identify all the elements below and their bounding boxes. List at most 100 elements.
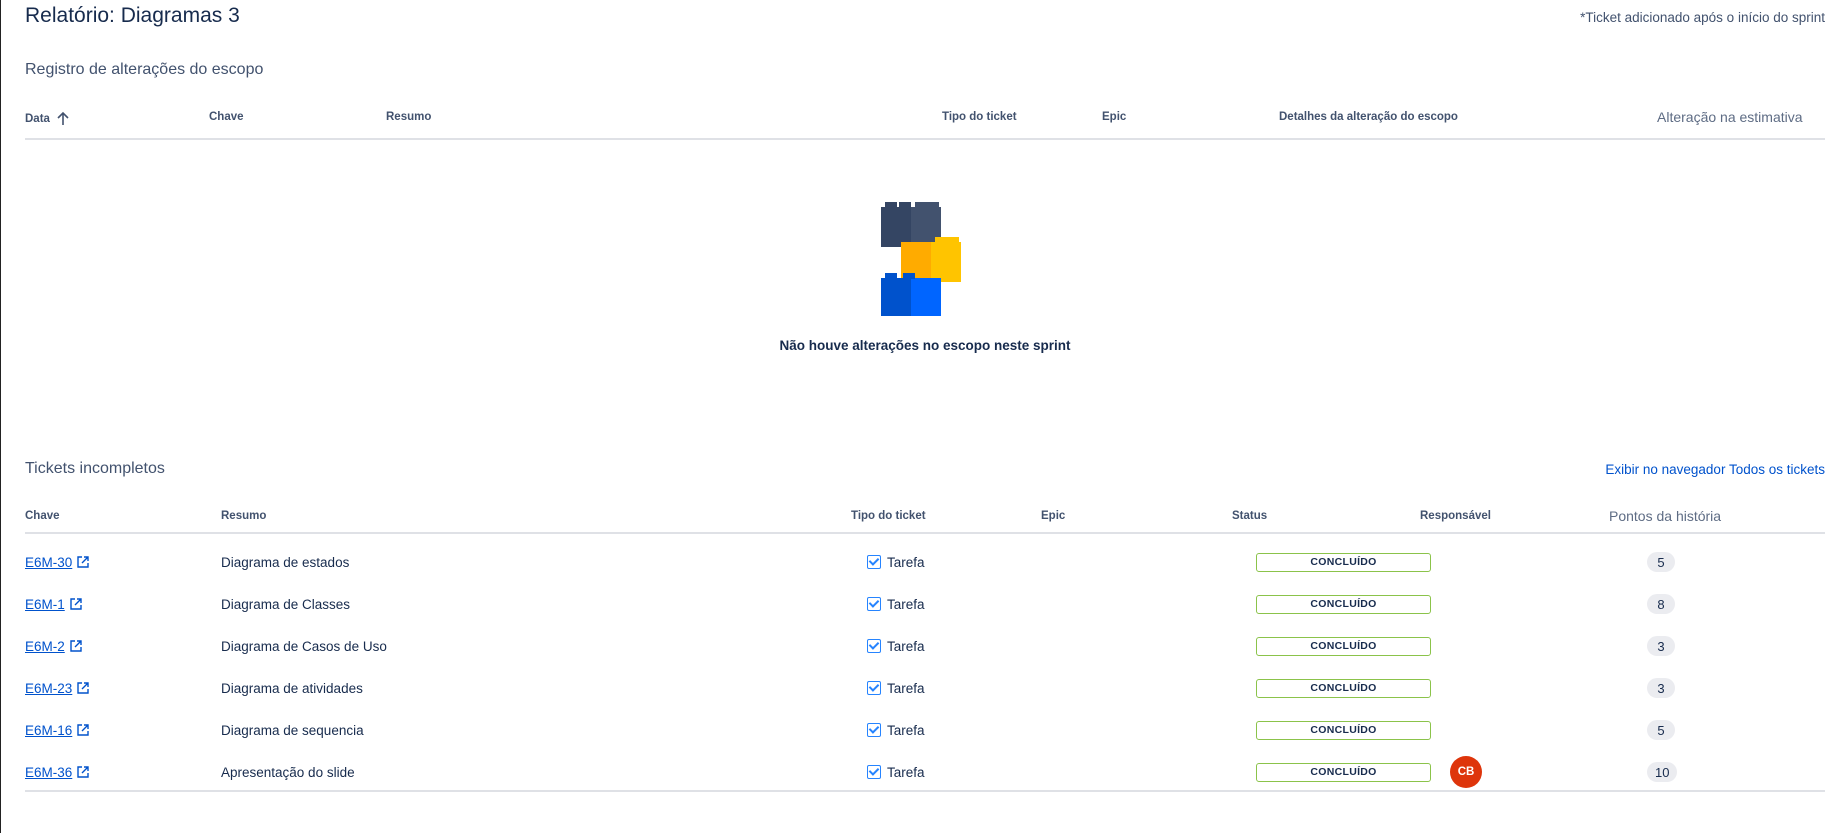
column-header-data[interactable]: Data — [25, 111, 70, 126]
scope-changes-title: Registro de alterações do escopo — [25, 61, 264, 78]
ticket-summary: Diagrama de Casos de Uso — [221, 638, 387, 654]
table-row: E6M-23 Diagrama de atividades Tarefa CON… — [25, 668, 1825, 708]
story-points-badge: 3 — [1647, 636, 1675, 656]
status-badge: CONCLUÍDO — [1256, 720, 1431, 740]
ticket-status: CONCLUÍDO — [1256, 584, 1431, 624]
column-header-chave[interactable]: Chave — [209, 111, 244, 123]
column-header-alteracao[interactable]: Alteração na estimativa — [1657, 109, 1803, 125]
arrow-up-icon — [57, 111, 69, 125]
ticket-type: Tarefa — [867, 668, 925, 708]
window-border — [0, 0, 1, 833]
external-link-icon[interactable] — [76, 723, 90, 737]
ticket-type: Tarefa — [867, 626, 925, 666]
ticket-key-cell: E6M-1 — [25, 584, 83, 624]
status-badge: CONCLUÍDO — [1256, 594, 1431, 614]
ticket-status: CONCLUÍDO — [1256, 668, 1431, 708]
empty-state: Não houve alterações no escopo neste spr… — [25, 200, 1825, 353]
column-header-detalhes[interactable]: Detalhes da alteração do escopo — [1279, 111, 1458, 123]
ticket-type-label: Tarefa — [887, 596, 925, 612]
story-points-badge: 8 — [1647, 594, 1675, 614]
ticket-status: CONCLUÍDO — [1256, 710, 1431, 750]
task-checkbox-icon — [867, 639, 881, 653]
table-row: E6M-30 Diagrama de estados Tarefa CONCLU… — [25, 542, 1825, 582]
ticket-type-label: Tarefa — [887, 680, 925, 696]
task-checkbox-icon — [867, 723, 881, 737]
ticket-status: CONCLUÍDO — [1256, 626, 1431, 666]
task-checkbox-icon — [867, 681, 881, 695]
status-badge: CONCLUÍDO — [1256, 636, 1431, 656]
ticket-points: 3 — [1647, 668, 1675, 708]
lego-bricks-illustration — [881, 200, 961, 316]
task-checkbox-icon — [867, 597, 881, 611]
empty-state-message: Não houve alterações no escopo neste spr… — [779, 338, 1071, 353]
ticket-key-link[interactable]: E6M-16 — [25, 723, 72, 738]
column-header-responsavel[interactable]: Responsável — [1420, 510, 1491, 522]
ticket-points: 5 — [1647, 710, 1675, 750]
status-badge: CONCLUÍDO — [1256, 678, 1431, 698]
ticket-type: Tarefa — [867, 752, 925, 792]
external-link-icon[interactable] — [69, 597, 83, 611]
table-divider — [25, 532, 1825, 534]
ticket-assignee: CB — [1450, 752, 1482, 792]
task-checkbox-icon — [867, 555, 881, 569]
external-link-icon[interactable] — [76, 765, 90, 779]
view-all-tickets-link[interactable]: Exibir no navegador Todos os tickets — [1605, 462, 1825, 477]
status-badge: CONCLUÍDO — [1256, 552, 1431, 572]
ticket-status: CONCLUÍDO — [1256, 542, 1431, 582]
ticket-key-cell: E6M-16 — [25, 710, 90, 750]
ticket-type-label: Tarefa — [887, 722, 925, 738]
column-header-chave[interactable]: Chave — [25, 510, 60, 522]
ticket-key-link[interactable]: E6M-2 — [25, 639, 65, 654]
story-points-badge: 3 — [1647, 678, 1675, 698]
ticket-type: Tarefa — [867, 584, 925, 624]
sprint-note: *Ticket adicionado após o início do spri… — [1580, 10, 1825, 25]
ticket-key-link[interactable]: E6M-23 — [25, 681, 72, 696]
ticket-status: CONCLUÍDO — [1256, 752, 1431, 792]
table-divider — [25, 138, 1825, 140]
column-header-resumo[interactable]: Resumo — [221, 510, 266, 522]
external-link-icon[interactable] — [69, 639, 83, 653]
ticket-type-label: Tarefa — [887, 764, 925, 780]
ticket-summary: Diagrama de sequencia — [221, 722, 364, 738]
story-points-badge: 10 — [1647, 762, 1678, 782]
page-title: Relatório: Diagramas 3 — [25, 4, 240, 27]
external-link-icon[interactable] — [76, 681, 90, 695]
ticket-key-link[interactable]: E6M-30 — [25, 555, 72, 570]
ticket-key-link[interactable]: E6M-1 — [25, 597, 65, 612]
ticket-summary: Diagrama de Classes — [221, 596, 351, 612]
ticket-type-label: Tarefa — [887, 554, 925, 570]
ticket-points: 5 — [1647, 542, 1675, 582]
task-checkbox-icon — [867, 765, 881, 779]
column-header-status[interactable]: Status — [1232, 510, 1267, 522]
ticket-type: Tarefa — [867, 710, 925, 750]
ticket-type-label: Tarefa — [887, 638, 925, 654]
column-header-tipo[interactable]: Tipo do ticket — [851, 510, 926, 522]
column-header-label: Data — [25, 112, 50, 125]
ticket-points: 3 — [1647, 626, 1675, 666]
ticket-type: Tarefa — [867, 542, 925, 582]
ticket-summary: Apresentação do slide — [221, 764, 355, 780]
ticket-summary: Diagrama de estados — [221, 554, 350, 570]
ticket-points: 10 — [1647, 752, 1678, 792]
column-header-pontos[interactable]: Pontos da história — [1609, 508, 1721, 524]
table-row: E6M-1 Diagrama de Classes Tarefa CONCLUÍ… — [25, 584, 1825, 624]
ticket-points: 8 — [1647, 584, 1675, 624]
ticket-key-cell: E6M-30 — [25, 542, 90, 582]
story-points-badge: 5 — [1647, 720, 1675, 740]
ticket-key-cell: E6M-2 — [25, 626, 83, 666]
table-row: E6M-36 Apresentação do slide Tarefa CONC… — [25, 752, 1825, 792]
status-badge: CONCLUÍDO — [1256, 762, 1431, 782]
column-header-resumo[interactable]: Resumo — [386, 111, 431, 123]
column-header-tipo[interactable]: Tipo do ticket — [942, 111, 1017, 123]
table-row: E6M-16 Diagrama de sequencia Tarefa CONC… — [25, 710, 1825, 750]
story-points-badge: 5 — [1647, 552, 1675, 572]
ticket-key-cell: E6M-23 — [25, 668, 90, 708]
ticket-key-link[interactable]: E6M-36 — [25, 765, 72, 780]
column-header-epic[interactable]: Epic — [1041, 510, 1065, 522]
table-row: E6M-2 Diagrama de Casos de Uso Tarefa CO… — [25, 626, 1825, 666]
external-link-icon[interactable] — [76, 555, 90, 569]
avatar[interactable]: CB — [1450, 756, 1482, 788]
column-header-epic[interactable]: Epic — [1102, 111, 1126, 123]
ticket-key-cell: E6M-36 — [25, 752, 90, 792]
incomplete-tickets-title: Tickets incompletos — [25, 460, 165, 477]
